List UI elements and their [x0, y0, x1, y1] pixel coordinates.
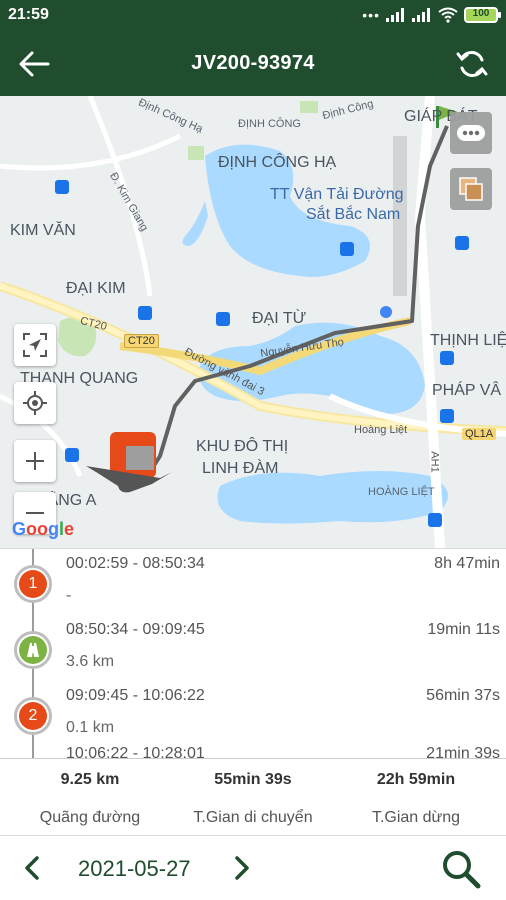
zoom-in-button[interactable] — [14, 440, 56, 482]
fit-route-icon — [23, 333, 47, 357]
more-dots-icon: ••• — [362, 7, 380, 23]
my-location-icon — [23, 391, 47, 415]
selected-date[interactable]: 2021-05-27 — [78, 856, 191, 882]
more-options-icon — [457, 125, 485, 141]
timeline-item[interactable]: 1 00:02:59 - 08:50:34 8h 47min - — [0, 549, 506, 615]
label-tt-van-tai: TT Vận Tải Đường — [270, 186, 404, 203]
chevron-left-icon[interactable] — [20, 854, 44, 882]
trip-timeline[interactable]: 1 00:02:59 - 08:50:34 8h 47min - 08:50:3… — [0, 548, 506, 758]
layers-icon — [459, 177, 483, 201]
label-hoang-liet-road: Hoàng Liệt — [354, 424, 408, 436]
label-dai-kim: ĐẠI KIM — [66, 280, 126, 297]
summary-moving-time: 55min 39s T.Gian di chuyển — [169, 759, 337, 837]
summary-distance-value: 9.25 km — [60, 771, 120, 788]
label-thinh-liet: THỊNH LIỆ — [430, 332, 506, 349]
refresh-icon[interactable] — [454, 46, 490, 82]
label-ah1: AH1 — [428, 451, 441, 473]
timeline-item[interactable]: 08:50:34 - 09:09:45 19min 11s 3.6 km — [0, 615, 506, 681]
label-phap-van: PHÁP VÂ — [432, 382, 502, 399]
label-sat-bac-nam: Sắt Bắc Nam — [306, 206, 401, 223]
battery-icon: 100 — [464, 7, 501, 23]
timeline-distance: 0.1 km — [66, 719, 115, 736]
my-location-button[interactable] — [14, 382, 56, 424]
stop-marker: 2 — [14, 697, 52, 735]
chevron-right-icon[interactable] — [230, 854, 254, 882]
label-dinh-cong-ha: ĐỊNH CÔNG HẠ — [218, 154, 337, 171]
device-title: JV200-93974 — [191, 52, 315, 74]
summary-stopped-time: 22h 59min T.Gian dừng — [332, 759, 500, 837]
summary-distance: 9.25 km Quãng đường — [6, 759, 174, 837]
label-ct20-badge: CT20 — [124, 334, 159, 348]
summary-distance-label: Quãng đường — [39, 809, 141, 826]
summary-moving-value: 55min 39s — [214, 771, 292, 788]
label-linh-dam: LINH ĐÀM — [202, 460, 279, 477]
plus-icon — [26, 452, 44, 470]
moving-marker — [14, 631, 52, 669]
timeline-duration: 21min 39s — [426, 745, 500, 758]
battery-level: 100 — [472, 8, 490, 19]
date-navigation: 2021-05-27 — [0, 836, 506, 900]
status-bar: 21:59 ••• 100 — [0, 0, 506, 32]
timeline-duration: 8h 47min — [434, 555, 500, 572]
timeline-time-range: 00:02:59 - 08:50:34 — [66, 555, 205, 572]
signal-icon — [386, 8, 404, 22]
timeline-duration: 19min 11s — [427, 621, 500, 638]
summary-stopped-value: 22h 59min — [376, 771, 456, 788]
road-icon — [27, 643, 39, 657]
label-dai-tu: ĐẠI TỪ — [252, 310, 307, 327]
label-kim-van: KIM VĂN — [10, 222, 76, 239]
app-bar: JV200-93974 — [0, 32, 506, 96]
timeline-item[interactable]: 10:06:22 - 10:28:01 21min 39s — [0, 739, 506, 758]
timeline-item[interactable]: 2 09:09:45 - 10:06:22 56min 37s 0.1 km — [0, 681, 506, 747]
timeline-duration: 56min 37s — [426, 687, 500, 704]
timeline-distance: - — [66, 587, 72, 604]
label-hoang-liet: HOÀNG LIỆT — [368, 486, 435, 498]
status-icons: ••• 100 — [362, 7, 501, 23]
label-khu-do-thi: KHU ĐÔ THỊ — [196, 438, 289, 455]
trip-summary: 9.25 km Quãng đường 55min 39s T.Gian di … — [0, 758, 506, 836]
summary-stopped-label: T.Gian dừng — [371, 809, 461, 826]
signal-icon-2 — [412, 8, 430, 22]
timeline-time-range: 08:50:34 - 09:09:45 — [66, 621, 205, 638]
timeline-distance: 3.6 km — [66, 653, 115, 670]
map-layers-button[interactable] — [450, 168, 492, 210]
search-icon[interactable] — [440, 848, 482, 890]
timeline-time-range: 10:06:22 - 10:28:01 — [66, 745, 205, 758]
summary-moving-label: T.Gian di chuyển — [193, 809, 313, 826]
fit-route-button[interactable] — [14, 324, 56, 366]
route-map[interactable]: GIÁP BÁT ĐỊNH CÔNG Định Công Định Công H… — [0, 96, 506, 548]
stop-marker: 1 — [14, 565, 52, 603]
timeline-time-range: 09:09:45 - 10:06:22 — [66, 687, 205, 704]
google-logo: Google — [12, 519, 75, 539]
label-dinh-cong: ĐỊNH CÔNG — [238, 118, 301, 130]
label-ql1a: QL1A — [462, 428, 497, 440]
map-options-button[interactable] — [450, 112, 492, 154]
status-time: 21:59 — [8, 6, 49, 23]
wifi-icon — [438, 7, 458, 23]
